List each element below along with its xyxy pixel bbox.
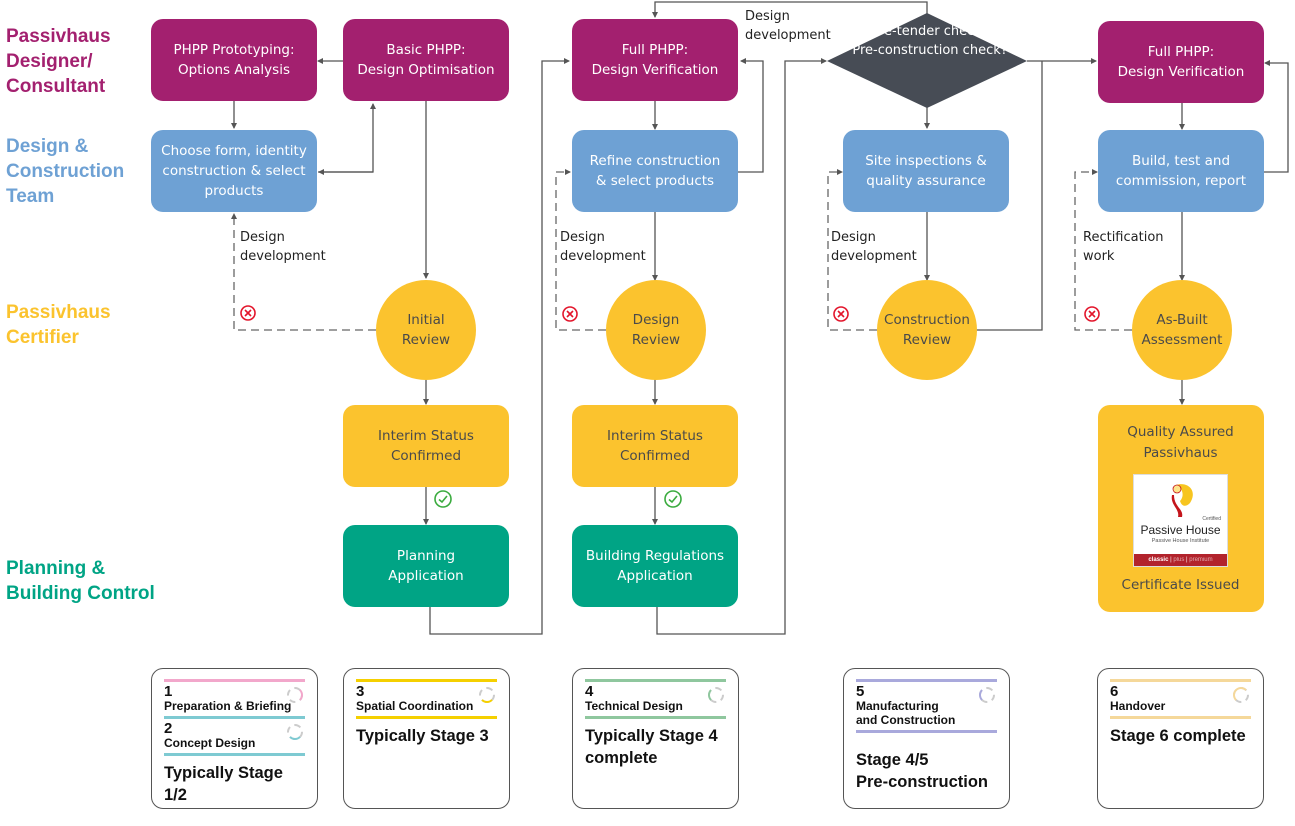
stage-ring-icon [978,686,995,703]
stage-number: 3 [356,683,365,700]
stage-bar [164,753,305,756]
lane-label-team: Design & Construction Team [6,136,125,207]
stage-card-3: 3 Spatial Coordination Typically Stage 3 [343,668,510,809]
stage-bar [585,679,726,682]
node-construction-review: Construction Review [877,280,977,380]
node-as-built: As-Built Assessment [1132,280,1232,380]
node-quality-assured: Quality Assured Passivhaus [1127,424,1234,461]
node-build-test: Build, test and commission, report [1098,130,1264,212]
node-certificate-issued: Certificate Issued [1121,577,1240,593]
note-design-development-2: Design development [560,230,646,264]
node-interim-status-2: Interim Status Confirmed [572,405,738,487]
logo-title: Passive House [1140,523,1221,537]
lane-label-planning: Planning & Building Control [6,558,155,604]
stage-entry: 6 Handover [1110,684,1251,713]
x-circle-icon [833,306,849,322]
stage-ring-icon [1232,686,1249,703]
stage-entry: 5 Manufacturing and Construction [856,684,997,727]
node-basic-phpp: Basic PHPP: Design Optimisation [343,19,509,101]
stage-summary: Typically Stage 1/2 [164,764,283,804]
lane-label-certifier: Passivhaus Certifier [6,302,111,348]
x-circle-icon [562,306,578,322]
node-site-inspections: Site inspections & quality assurance [843,130,1009,212]
stage-ring-icon [707,686,724,703]
stage-number: 4 [585,683,594,700]
stage-bar [164,679,305,682]
stage-name: Preparation & Briefing [164,699,292,713]
stage-card-4: 4 Technical Design Typically Stage 4 com… [572,668,739,809]
stage-entry: 2 Concept Design [164,721,305,750]
stage-bar [856,730,997,733]
note-rectification-work: Rectification work [1083,230,1164,264]
passive-house-emblem-icon [1171,484,1193,517]
stage-ring-icon [478,687,495,703]
stage-number: 2 [164,720,173,737]
passive-house-logo: Certified Passive House Passive House In… [1133,474,1228,567]
stage-bar [1110,679,1251,682]
stage-ring-icon [287,686,303,703]
stage-bar [356,716,497,719]
stage-name: Concept Design [164,736,256,750]
x-circle-icon [1084,306,1100,322]
node-full-phpp-2: Full PHPP: Design Verification [1098,21,1264,103]
stage-entry: 3 Spatial Coordination [356,684,497,713]
stage-entry: 1 Preparation & Briefing [164,684,305,713]
node-full-phpp-1: Full PHPP: Design Verification [572,19,738,101]
node-initial-review: Initial Review [376,280,476,380]
logo-class-premium: premium [1189,557,1213,563]
stage-number: 5 [856,683,865,700]
stage-bar [856,679,997,682]
stage-card-5: 5 Manufacturing and Construction Stage 4… [843,668,1010,809]
check-circle-icon [664,490,682,508]
stage-bar [585,716,726,719]
stage-name: Handover [1110,699,1166,713]
node-refine-construction: Refine construction & select products [572,130,738,212]
stage-number: 6 [1110,683,1119,700]
node-phpp-prototyping: PHPP Prototyping: Options Analysis [151,19,317,101]
note-design-development-1: Design development [240,230,326,264]
note-design-development-top: Design development [745,9,831,43]
stage-ring-icon [286,724,303,740]
lane-label-designer: Passivhaus Designer/ Consultant [6,26,111,97]
stage-bar [356,679,497,682]
stage-summary: Stage 6 complete [1110,727,1246,745]
stage-name: Technical Design [585,699,683,713]
node-decision-label: Pre-tender check? Pre-construction check… [852,24,1008,58]
stage-name: Spatial Coordination [356,699,474,713]
logo-class-plus: plus [1173,557,1185,563]
stage-card-1-2: 1 Preparation & Briefing 2 Concept Desig… [151,668,318,809]
stage-number: 1 [164,683,173,700]
stage-name: Manufacturing and Construction [856,699,956,727]
stage-bar [164,716,305,719]
stage-card-6: 6 Handover Stage 6 complete [1097,668,1264,809]
node-planning-application: Planning Application [343,525,509,607]
x-circle-icon [240,305,256,321]
stage-entry: 4 Technical Design [585,684,726,713]
conn-refine-to-full-phpp [738,58,764,173]
conn-build-to-full-phpp2 [1263,60,1289,173]
stage-summary: Typically Stage 4 complete [585,727,718,767]
logo-class-band: classic | plus | premium [1134,554,1227,566]
logo-class-classic: classic [1148,557,1169,563]
node-interim-status-1: Interim Status Confirmed [343,405,509,487]
stage-summary: Typically Stage 3 [356,727,489,745]
conn-choose-to-basic [318,103,376,173]
node-choose-form: Choose form, identity construction & sel… [151,130,317,212]
note-design-development-3: Design development [831,230,917,264]
stage-summary: Stage 4/5 Pre-construction [856,751,989,791]
logo-subtitle: Passive House Institute [1151,538,1210,544]
node-building-regs: Building Regulations Application [572,525,738,607]
logo-certified-text: Certified [1202,516,1221,522]
stage-bar [1110,716,1251,719]
check-circle-icon [434,490,452,508]
node-design-review: Design Review [606,280,706,380]
